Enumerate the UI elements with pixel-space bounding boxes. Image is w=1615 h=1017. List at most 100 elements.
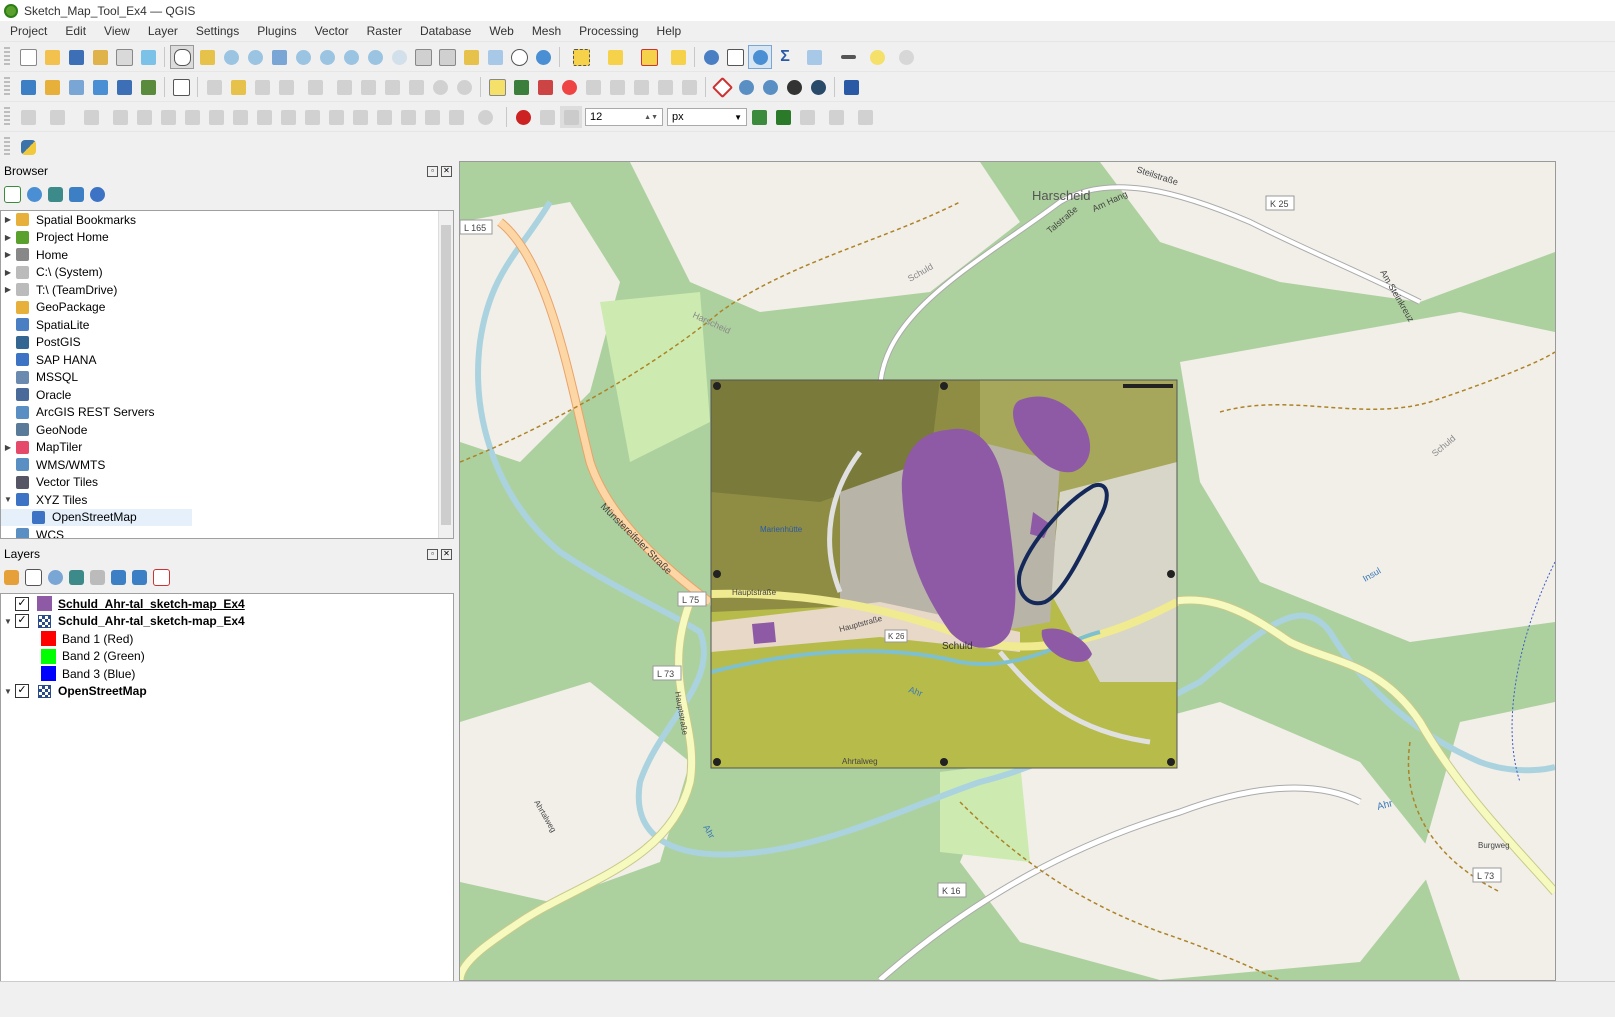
paste-features-button[interactable] bbox=[405, 76, 427, 98]
reverse-line-button[interactable] bbox=[301, 106, 323, 128]
browser-tree[interactable]: ▶ Spatial Bookmarks ▶ Project Home ▶ Home ▶ C:\… bbox=[0, 210, 454, 539]
browser-item[interactable]: MSSQL bbox=[1, 369, 453, 387]
pan-button[interactable] bbox=[170, 45, 194, 69]
browser-item[interactable]: ▶ Project Home bbox=[1, 229, 453, 247]
simplify-button[interactable] bbox=[109, 106, 131, 128]
map-svg[interactable]: Harscheid Am Hang Talstraße Steilstraße … bbox=[460, 162, 1555, 980]
map-canvas[interactable]: Harscheid Am Hang Talstraße Steilstraße … bbox=[459, 161, 1556, 981]
save-as-button[interactable] bbox=[89, 46, 111, 68]
browser-item[interactable]: GeoPackage bbox=[1, 299, 453, 317]
plugin-b-button[interactable] bbox=[759, 76, 781, 98]
pan-to-selection-button[interactable] bbox=[196, 46, 218, 68]
browser-item[interactable]: ▶ T:\ (TeamDrive) bbox=[1, 281, 453, 299]
save-edits-button[interactable] bbox=[251, 76, 273, 98]
expand-down-icon[interactable]: ▼ bbox=[1, 495, 15, 504]
menu-database[interactable]: Database bbox=[410, 24, 479, 38]
browser-item[interactable]: ▶ MapTiler bbox=[1, 439, 453, 457]
shape-digitizing-button[interactable] bbox=[854, 106, 876, 128]
select-by-value-button[interactable] bbox=[599, 46, 631, 68]
split-parts-button[interactable] bbox=[373, 106, 395, 128]
zoom-native-button[interactable] bbox=[340, 46, 362, 68]
zoom-last-button[interactable] bbox=[364, 46, 386, 68]
layer-item[interactable]: ✓ Schuld_Ahr-tal_sketch-map_Ex4 bbox=[1, 595, 453, 613]
layers-tree[interactable]: ✓ Schuld_Ahr-tal_sketch-map_Ex4 ▼ ✓ Schuld_A… bbox=[0, 593, 454, 982]
tolerance-input[interactable]: 12 ▲▼ bbox=[585, 108, 663, 126]
browser-item[interactable]: ▶ C:\ (System) bbox=[1, 264, 453, 282]
browser-item[interactable]: ArcGIS REST Servers bbox=[1, 404, 453, 422]
menu-mesh[interactable]: Mesh bbox=[522, 24, 569, 38]
add-feature-button[interactable] bbox=[275, 76, 297, 98]
collapse-all-icon[interactable] bbox=[69, 186, 84, 202]
fill-ring-button[interactable] bbox=[181, 106, 203, 128]
identify-button[interactable] bbox=[700, 46, 722, 68]
digitize-segment-button[interactable] bbox=[17, 106, 39, 128]
snapping-button[interactable] bbox=[469, 106, 501, 128]
expand-right-icon[interactable]: ▶ bbox=[1, 215, 15, 224]
menu-layer[interactable]: Layer bbox=[138, 24, 186, 38]
python-console-button[interactable] bbox=[17, 136, 39, 158]
label-properties-button[interactable] bbox=[678, 76, 700, 98]
attribute-table-button[interactable] bbox=[724, 46, 746, 68]
browser-item[interactable]: Oracle bbox=[1, 386, 453, 404]
measure-button[interactable] bbox=[832, 46, 864, 68]
remove-layer-icon[interactable] bbox=[153, 568, 170, 586]
layer-item[interactable]: ▼ ✓ OpenStreetMap bbox=[1, 683, 453, 701]
highlight-label-button[interactable] bbox=[534, 76, 556, 98]
split-features-button[interactable] bbox=[349, 106, 371, 128]
select-features-button[interactable] bbox=[565, 46, 597, 68]
select-location-button[interactable] bbox=[667, 46, 689, 68]
cut-features-button[interactable] bbox=[357, 76, 379, 98]
menu-settings[interactable]: Settings bbox=[186, 24, 247, 38]
browser-item[interactable]: SAP HANA bbox=[1, 351, 453, 369]
style-manager-button[interactable] bbox=[137, 46, 159, 68]
add-virtual-layer-button[interactable] bbox=[113, 76, 135, 98]
vertex-tool-button[interactable] bbox=[299, 76, 331, 98]
float-panel-icon[interactable]: ▫ bbox=[427, 548, 438, 560]
zoom-selection-button[interactable] bbox=[292, 46, 314, 68]
toolbar-handle[interactable] bbox=[4, 107, 10, 127]
menu-help[interactable]: Help bbox=[647, 24, 690, 38]
offset-curve-button[interactable] bbox=[277, 106, 299, 128]
layer-visibility-checkbox[interactable]: ✓ bbox=[15, 684, 29, 699]
diagram-button[interactable] bbox=[510, 76, 532, 98]
redo-button[interactable] bbox=[453, 76, 475, 98]
filter-icon[interactable] bbox=[48, 186, 63, 202]
add-part-button[interactable] bbox=[157, 106, 179, 128]
expand-right-icon[interactable]: ▶ bbox=[1, 285, 15, 294]
zoom-next-button[interactable] bbox=[388, 46, 410, 68]
browser-item[interactable]: OpenStreetMap bbox=[1, 508, 192, 526]
merge-features-button[interactable] bbox=[397, 106, 419, 128]
browser-item[interactable]: ▶ Home bbox=[1, 246, 453, 264]
browser-item[interactable]: WMS/WMTS bbox=[1, 456, 453, 474]
browser-item[interactable]: GeoNode bbox=[1, 421, 453, 439]
label-toolbar-button[interactable] bbox=[486, 76, 508, 98]
close-panel-icon[interactable]: ✕ bbox=[441, 165, 452, 177]
trim-extend-button[interactable] bbox=[325, 106, 347, 128]
change-label-button[interactable] bbox=[654, 76, 676, 98]
scrollbar-thumb[interactable] bbox=[441, 225, 451, 525]
toolbar-handle[interactable] bbox=[4, 47, 10, 67]
filter-legend-icon[interactable] bbox=[69, 569, 84, 585]
add-ring-button[interactable] bbox=[133, 106, 155, 128]
sketch-polygon-west[interactable] bbox=[752, 622, 776, 644]
add-group-icon[interactable] bbox=[25, 568, 42, 586]
add-geopackage-button[interactable] bbox=[41, 76, 63, 98]
browser-item[interactable]: SpatiaLite bbox=[1, 316, 453, 334]
browser-item[interactable]: WCS bbox=[1, 526, 453, 538]
zoom-full-button[interactable] bbox=[268, 46, 290, 68]
browser-scrollbar[interactable] bbox=[438, 211, 453, 538]
filter-expression-icon[interactable] bbox=[90, 569, 105, 585]
copy-features-button[interactable] bbox=[381, 76, 403, 98]
undo-button[interactable] bbox=[429, 76, 451, 98]
toolbar-handle[interactable] bbox=[4, 77, 10, 97]
locator-button[interactable] bbox=[890, 46, 922, 68]
browser-item[interactable]: ▼ XYZ Tiles bbox=[1, 491, 453, 509]
menu-view[interactable]: View bbox=[94, 24, 138, 38]
browser-item[interactable]: Vector Tiles bbox=[1, 474, 453, 492]
add-raster-button[interactable] bbox=[137, 76, 159, 98]
layer-styling-icon[interactable] bbox=[4, 569, 19, 585]
show-hide-labels-button[interactable] bbox=[582, 76, 604, 98]
plugin-c-button[interactable] bbox=[783, 76, 805, 98]
print-layout-button[interactable] bbox=[113, 46, 135, 68]
add-selected-layers-icon[interactable] bbox=[4, 185, 21, 203]
